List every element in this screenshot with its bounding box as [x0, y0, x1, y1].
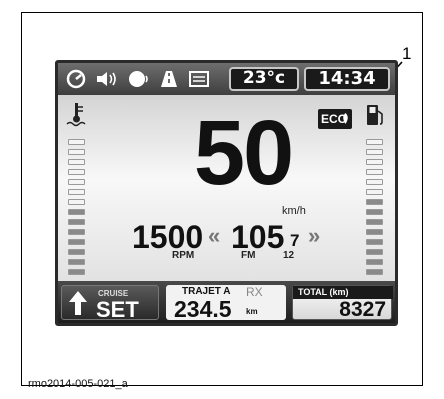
- speed-value: 50: [193, 102, 294, 204]
- callout-number: 1: [402, 44, 412, 63]
- fuel-gauge-segment: [366, 209, 383, 215]
- fuel-gauge-segment: [366, 239, 383, 245]
- menu-icon[interactable]: [188, 69, 210, 95]
- coolant-gauge-segment: [68, 179, 85, 185]
- instrument-display: 23°c 14:34 50 km/h ECO 1500 RPM « 105 7 …: [55, 60, 398, 326]
- eco-mode-indicator: ECO: [318, 109, 352, 129]
- fuel-gauge-segment: [366, 259, 383, 265]
- temperature-display: 23°c: [229, 67, 299, 91]
- coolant-gauge-segment: [68, 189, 85, 195]
- seek-forward-icon[interactable]: »: [308, 225, 320, 247]
- coolant-gauge-segment: [68, 249, 85, 255]
- speaker-icon[interactable]: [94, 69, 120, 95]
- radio-band-label: FM: [241, 250, 256, 261]
- coolant-gauge-segment: [68, 259, 85, 265]
- coolant-gauge-segment: [68, 149, 85, 155]
- eco-leaf-icon: [343, 113, 348, 124]
- coolant-gauge-segment: [68, 209, 85, 215]
- coolant-gauge-segment: [68, 219, 85, 225]
- total-label: TOTAL (km): [298, 287, 349, 297]
- coolant-gauge-segment: [68, 269, 85, 275]
- trip-unit: km: [246, 307, 258, 316]
- fuel-gauge-segment: [366, 219, 383, 225]
- trip-a-panel: TRAJET A RX 234.5 km: [166, 285, 286, 322]
- radio-frequency-value: 105: [231, 219, 285, 255]
- gauge-icon[interactable]: [65, 69, 87, 95]
- trip-distance: 234.5: [174, 296, 232, 322]
- fuel-gauge-segment: [366, 269, 383, 275]
- coolant-gauge-segment: [68, 159, 85, 165]
- fuel-gauge-segment: [366, 189, 383, 195]
- total-odometer-value: 8327: [339, 298, 386, 321]
- coolant-gauge-segment: [68, 239, 85, 245]
- radio-frequency-decimal: 7: [290, 231, 300, 250]
- fuel-gauge-segment: [366, 139, 383, 145]
- figure-caption: rmo2014-005-021_a: [28, 378, 128, 390]
- fuel-gauge-segment: [366, 249, 383, 255]
- rpm-label: RPM: [172, 250, 195, 261]
- fuel-pump-icon: [365, 103, 385, 132]
- trip-rx-label: RX: [246, 285, 263, 299]
- total-odometer-panel: TOTAL (km) 8327: [292, 285, 393, 321]
- top-status-bar: 23°c 14:34: [58, 63, 395, 95]
- speed-unit: km/h: [282, 205, 306, 217]
- voice-icon[interactable]: [127, 69, 151, 95]
- coolant-temperature-icon: [65, 102, 89, 133]
- road-icon[interactable]: [158, 69, 180, 95]
- coolant-gauge-segment: [68, 139, 85, 145]
- clock-display: 14:34: [304, 67, 390, 91]
- radio-preset-number: 12: [283, 250, 295, 261]
- fuel-gauge-segment: [366, 169, 383, 175]
- fuel-gauge-segment: [366, 159, 383, 165]
- seek-back-icon[interactable]: «: [208, 225, 220, 247]
- fuel-gauge-segment: [366, 229, 383, 235]
- cruise-control-panel[interactable]: CRUISE SET: [61, 285, 159, 322]
- bottom-info-bar: CRUISE SET TRAJET A RX 234.5 km TOTAL (k…: [58, 281, 395, 323]
- main-gauge-area: 50 km/h ECO 1500 RPM « 105 7 FM 12 »: [58, 95, 395, 281]
- coolant-gauge-segment: [68, 169, 85, 175]
- fuel-gauge-segment: [366, 179, 383, 185]
- fuel-gauge-segment: [366, 149, 383, 155]
- coolant-gauge-segment: [68, 199, 85, 205]
- cruise-state: SET: [96, 297, 139, 322]
- coolant-gauge-segment: [68, 229, 85, 235]
- fuel-gauge-segment: [366, 199, 383, 205]
- arrow-up-icon: [68, 289, 88, 322]
